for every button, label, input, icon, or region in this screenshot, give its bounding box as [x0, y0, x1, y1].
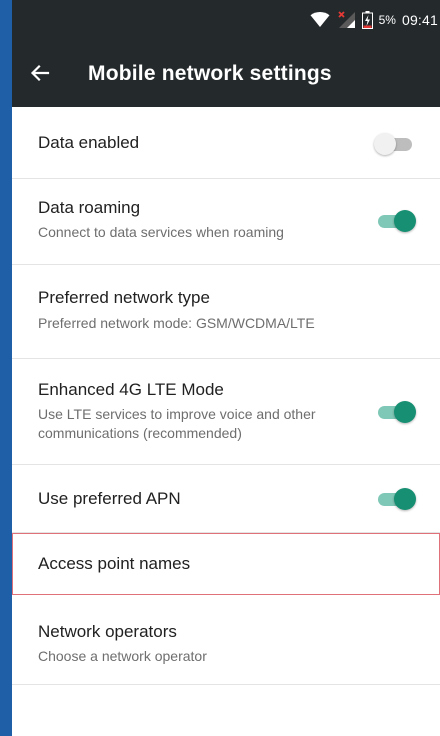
setting-title: Data enabled — [38, 133, 140, 152]
battery-icon — [361, 11, 373, 29]
setting-summary: Connect to data services when roaming — [38, 224, 284, 240]
setting-preferred-network-type[interactable]: Preferred network type Preferred network… — [12, 265, 440, 359]
battery-percent: 5% — [378, 13, 396, 27]
back-button[interactable] — [20, 55, 60, 95]
wifi-icon — [310, 12, 330, 28]
status-icons: 5% 09:41 — [310, 8, 438, 32]
setting-title: Access point names — [38, 554, 191, 573]
data-roaming-toggle[interactable] — [376, 209, 416, 233]
signal-icon — [336, 11, 356, 29]
setting-network-operators[interactable]: Network operators Choose a network opera… — [12, 595, 440, 685]
setting-access-point-names[interactable]: Access point names — [12, 533, 440, 595]
setting-title: Network operators — [38, 622, 177, 641]
enhanced-4g-lte-toggle[interactable] — [376, 400, 416, 424]
setting-summary: Use LTE services to improve voice and ot… — [38, 406, 316, 441]
setting-summary: Preferred network mode: GSM/WCDMA/LTE — [38, 315, 315, 331]
setting-use-preferred-apn[interactable]: Use preferred APN — [12, 465, 440, 533]
setting-title: Use preferred APN — [38, 489, 181, 508]
setting-title: Enhanced 4G LTE Mode — [38, 380, 224, 399]
setting-summary: Choose a network operator — [38, 648, 207, 664]
arrow-left-icon — [30, 63, 50, 88]
setting-data-enabled[interactable]: Data enabled — [12, 107, 440, 179]
page-title: Mobile network settings — [88, 62, 332, 85]
setting-title: Preferred network type — [38, 288, 210, 307]
data-enabled-toggle[interactable] — [374, 132, 414, 156]
use-preferred-apn-toggle[interactable] — [376, 487, 416, 511]
setting-data-roaming[interactable]: Data roaming Connect to data services wh… — [12, 179, 440, 265]
screen: 5% 09:41 Mobile network settings Data en… — [12, 0, 440, 736]
toolbar: Mobile network settings — [12, 43, 440, 107]
settings-list: Data enabled Data roaming Connect to dat… — [12, 107, 440, 685]
setting-enhanced-4g-lte[interactable]: Enhanced 4G LTE Mode Use LTE services to… — [12, 359, 440, 465]
setting-title: Data roaming — [38, 198, 141, 217]
status-time: 09:41 — [401, 12, 438, 28]
status-bar: 5% 09:41 — [12, 0, 440, 43]
